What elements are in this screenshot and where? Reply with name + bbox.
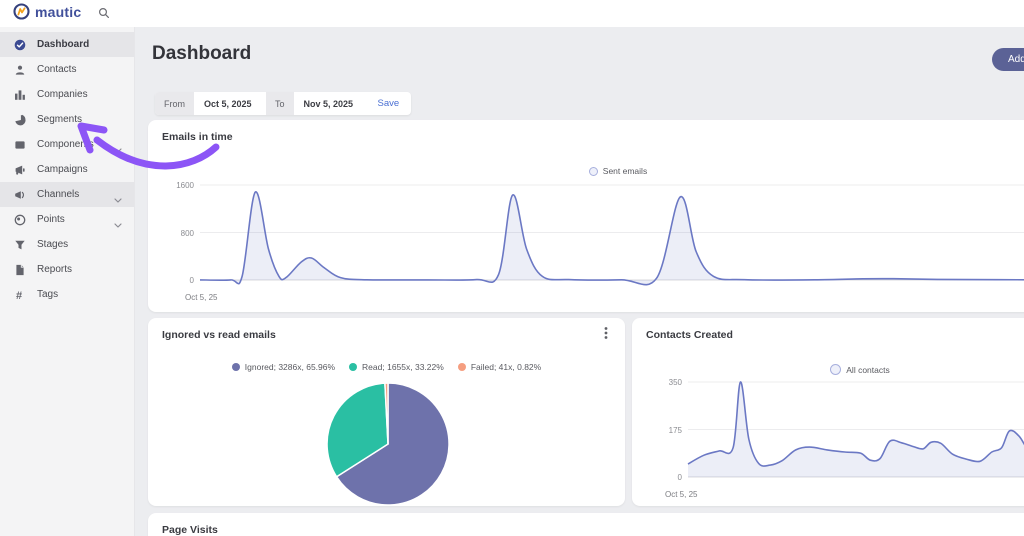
- emails-in-time-chart: [199, 184, 1024, 286]
- points-icon: [14, 214, 26, 226]
- search-icon[interactable]: [97, 6, 113, 22]
- page-visits-title: Page Visits: [162, 524, 218, 536]
- sidebar-item-companies[interactable]: Companies: [0, 82, 134, 107]
- components-icon: [14, 139, 26, 151]
- sidebar-item-label: Dashboard: [37, 39, 90, 50]
- sidebar-item-tags[interactable]: # Tags: [0, 282, 134, 307]
- sidebar-item-contacts[interactable]: Contacts: [0, 57, 134, 82]
- sidebar-item-label: Stages: [37, 239, 69, 250]
- sidebar-item-label: Components: [37, 139, 94, 150]
- add-widget-button[interactable]: Add widget: [992, 48, 1024, 71]
- companies-icon: [14, 89, 26, 101]
- ignored-vs-read-pie-chart: [326, 382, 450, 506]
- svg-text:#: #: [16, 290, 22, 301]
- mautic-logo[interactable]: mautic: [13, 3, 81, 20]
- campaigns-icon: [14, 164, 26, 176]
- sidebar-item-segments[interactable]: Segments: [0, 107, 134, 132]
- brand-name: mautic: [35, 3, 82, 20]
- sidebar-item-channels[interactable]: Channels: [0, 182, 134, 207]
- save-button[interactable]: Save: [366, 92, 412, 115]
- ignored-vs-read-panel: Ignored vs read emails Ignored; 3286x, 6…: [148, 318, 625, 506]
- segments-icon: [14, 114, 26, 126]
- reports-icon: [14, 264, 26, 276]
- page-visits-panel: Page Visits: [148, 513, 1024, 536]
- date-range-filter: From To Save: [155, 92, 412, 115]
- tags-icon: #: [14, 289, 26, 301]
- channels-icon: [14, 189, 26, 201]
- from-date-input[interactable]: [194, 92, 266, 115]
- sidebar-item-points[interactable]: Points: [0, 207, 134, 232]
- sidebar-item-label: Tags: [37, 289, 59, 300]
- mautic-logo-icon: [13, 3, 30, 20]
- contacts-created-panel: Contacts Created All contacts 350 175 0 …: [632, 318, 1024, 506]
- sidebar: Dashboard Contacts Companies Segments Compon…: [0, 27, 135, 536]
- emails-in-time-panel: Emails in time Sent emails 1600 800 0 Oc…: [148, 120, 1024, 312]
- sidebar-item-reports[interactable]: Reports: [0, 257, 134, 282]
- sidebar-item-stages[interactable]: Stages: [0, 232, 134, 257]
- top-bar: mautic: [0, 0, 1024, 27]
- sidebar-item-label: Points: [37, 214, 65, 225]
- from-label: From: [155, 92, 194, 115]
- stages-icon: [14, 239, 26, 251]
- sidebar-item-dashboard[interactable]: Dashboard: [0, 32, 134, 57]
- sidebar-item-label: Reports: [37, 264, 73, 275]
- to-label: To: [266, 92, 294, 115]
- contacts-icon: [14, 64, 26, 76]
- sidebar-item-campaigns[interactable]: Campaigns: [0, 157, 134, 182]
- sidebar-item-components[interactable]: Components: [0, 132, 134, 157]
- page-title: Dashboard: [152, 43, 252, 64]
- sidebar-item-label: Channels: [37, 189, 80, 200]
- contacts-created-chart: [687, 381, 1024, 478]
- sidebar-item-label: Campaigns: [37, 164, 88, 175]
- sidebar-item-label: Contacts: [37, 64, 77, 75]
- dashboard-icon: [14, 39, 26, 51]
- to-date-input[interactable]: [293, 92, 366, 115]
- sidebar-item-label: Companies: [37, 89, 88, 100]
- sidebar-item-label: Segments: [37, 114, 83, 125]
